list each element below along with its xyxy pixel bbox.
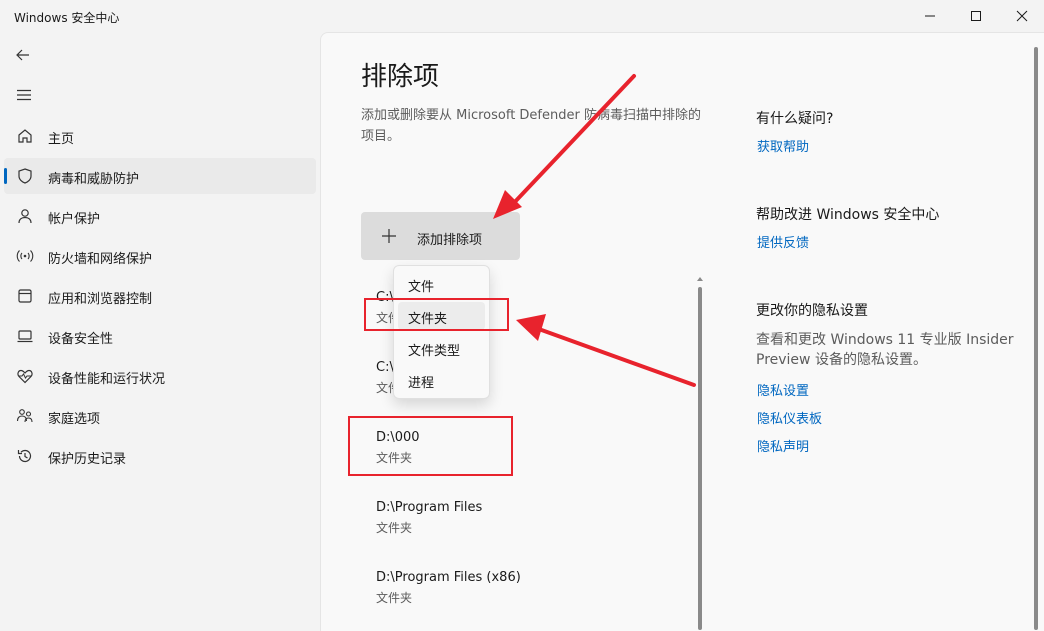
annotation-arrowhead-add-button [493, 190, 522, 219]
annotation-arrow-to-add-button [509, 74, 636, 208]
annotation-arrows [493, 74, 696, 387]
annotation-arrowhead-folder [516, 314, 546, 341]
annotation-arrow-to-folder [534, 326, 696, 387]
